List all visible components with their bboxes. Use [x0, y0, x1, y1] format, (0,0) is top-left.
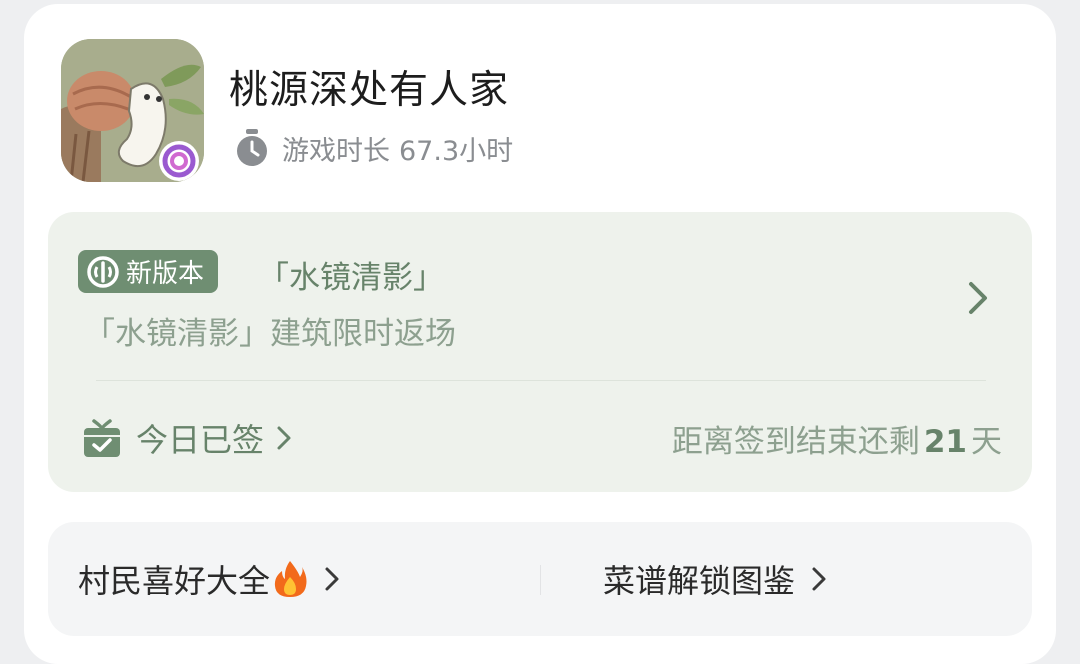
- quick-links-panel: 村民喜好大全 菜谱解锁图鉴: [48, 522, 1032, 636]
- update-description: 「水镜清影」建筑限时返场: [84, 316, 456, 352]
- checkin-button[interactable]: 今日已签: [82, 412, 292, 464]
- recipe-unlock-link[interactable]: 菜谱解锁图鉴: [603, 522, 827, 636]
- game-card: 桃源深处有人家 游戏时长 67.3小时 新版本 「水镜清影」 「水镜清影」建筑限…: [24, 4, 1056, 664]
- countdown-prefix: 距离签到结束还剩: [671, 424, 920, 460]
- gift-check-icon: [84, 419, 120, 457]
- refresh-icon: [87, 255, 119, 288]
- new-version-panel[interactable]: 新版本 「水镜清影」 「水镜清影」建筑限时返场 今日已签 距离签到结束还剩 21 天: [48, 212, 1032, 492]
- stopwatch-icon: [237, 129, 267, 166]
- panel-divider: [96, 380, 986, 381]
- villager-preferences-label: 村民喜好大全: [78, 562, 271, 600]
- playtime-label: 游戏时长: [282, 135, 390, 167]
- playtime-value: 67.3小时: [399, 135, 514, 167]
- chevron-right-icon: [325, 567, 339, 591]
- playtime-row: 游戏时长 67.3小时: [234, 126, 513, 170]
- fire-icon: [274, 561, 307, 597]
- new-version-badge: 新版本: [78, 250, 219, 293]
- game-title: 桃源深处有人家: [229, 68, 510, 113]
- badge-label: 新版本: [126, 259, 205, 289]
- countdown-unit: 天: [971, 424, 1002, 460]
- recipe-unlock-label: 菜谱解锁图鉴: [603, 562, 796, 600]
- update-title: 「水镜清影」: [258, 260, 444, 296]
- game-app-icon[interactable]: [61, 39, 204, 182]
- chevron-right-icon: [812, 567, 826, 591]
- villager-preferences-link[interactable]: 村民喜好大全: [78, 522, 340, 636]
- checkin-label: 今日已签: [136, 421, 265, 459]
- countdown-days: 21: [923, 424, 967, 460]
- chevron-right-icon: [277, 426, 291, 450]
- chevron-right-icon[interactable]: [963, 280, 991, 316]
- checkin-countdown: 距离签到结束还剩 21 天: [672, 416, 1002, 461]
- links-separator: [540, 565, 541, 595]
